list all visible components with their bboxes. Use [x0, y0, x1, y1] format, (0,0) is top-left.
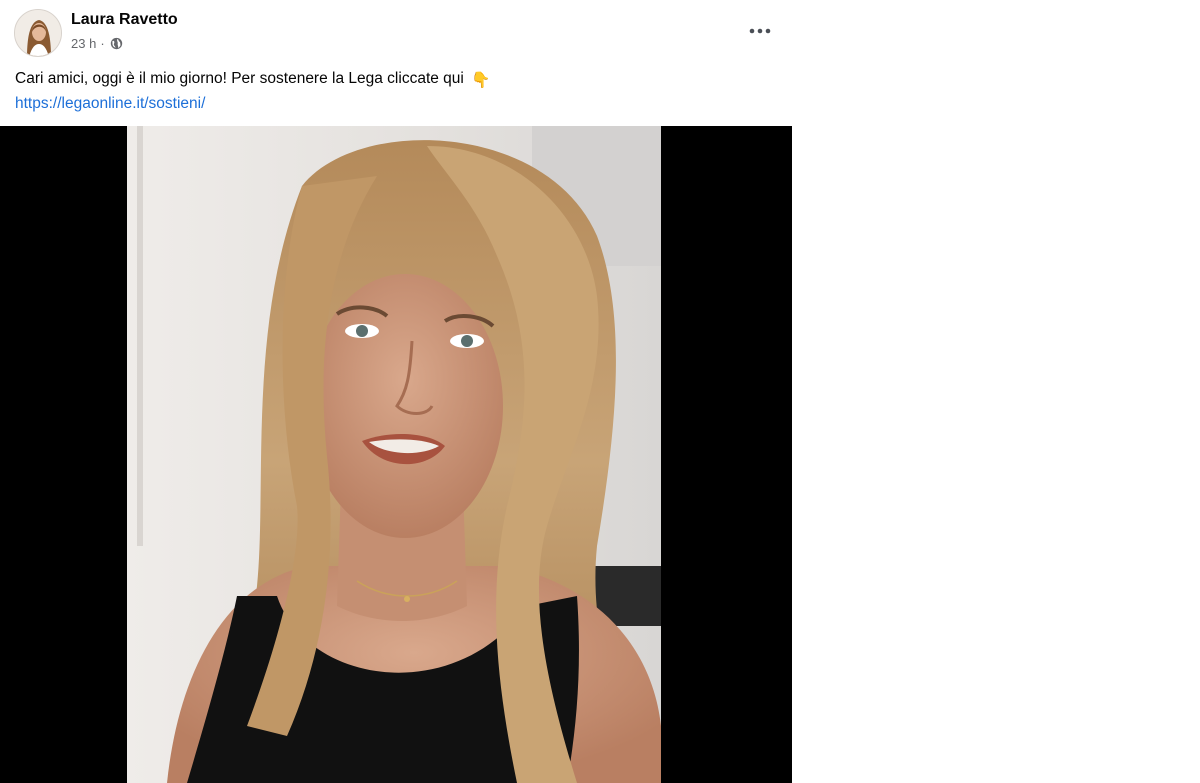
- post-timestamp[interactable]: 23 h: [71, 36, 96, 51]
- post-message: Cari amici, oggi è il mio giorno! Per so…: [15, 70, 464, 87]
- post-text: Cari amici, oggi è il mio giorno! Per so…: [15, 67, 775, 115]
- facebook-post: Laura Ravetto 23 h · Cari amici, oggi è …: [0, 0, 792, 783]
- meta-separator: ·: [100, 36, 105, 51]
- globe-icon[interactable]: [110, 37, 123, 50]
- author-name[interactable]: Laura Ravetto: [71, 11, 178, 29]
- post-video[interactable]: [0, 126, 792, 783]
- woman-speaking-video-image: [127, 126, 661, 783]
- more-options-icon[interactable]: [742, 17, 778, 45]
- video-frame[interactable]: [127, 126, 661, 783]
- pointing-down-emoji: 👇: [471, 72, 491, 89]
- post-meta: 23 h ·: [71, 36, 123, 51]
- post-header: Laura Ravetto 23 h ·: [14, 8, 778, 60]
- author-avatar[interactable]: [14, 9, 62, 57]
- avatar-portrait-image: [15, 10, 61, 56]
- post-link[interactable]: https://legaonline.it/sostieni/: [15, 95, 205, 112]
